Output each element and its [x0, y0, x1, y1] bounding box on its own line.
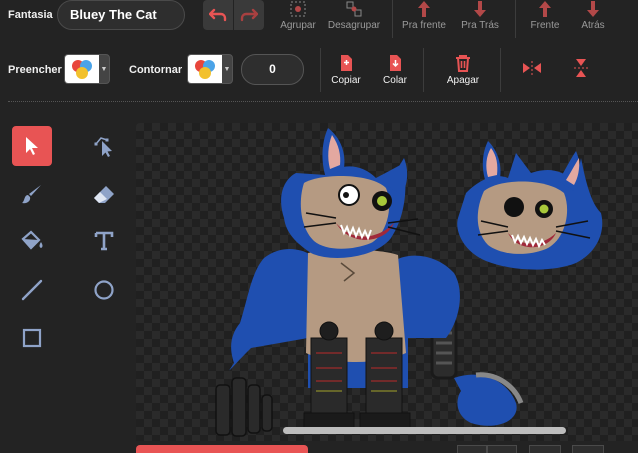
cat-head	[457, 141, 603, 270]
undo-icon	[209, 8, 227, 22]
ungroup-button[interactable]: Desagrupar	[327, 0, 381, 31]
outline-color-picker[interactable]: ▼	[187, 54, 233, 84]
paste-icon	[390, 55, 401, 71]
fill-label: Preencher	[8, 64, 62, 76]
line-icon	[21, 279, 43, 301]
fill-color-picker[interactable]: ▼	[64, 54, 110, 84]
zoom-fit-button[interactable]	[529, 445, 561, 453]
backward-button[interactable]: Pra Trás	[458, 0, 502, 31]
circle-icon	[94, 280, 114, 300]
zoom-reset-button[interactable]	[487, 445, 517, 453]
ungroup-label: Desagrupar	[327, 20, 381, 31]
line-tool[interactable]	[12, 270, 52, 310]
eraser-icon	[94, 186, 114, 203]
reshape-icon	[94, 137, 112, 157]
full-body-cat	[215, 128, 524, 437]
back-button[interactable]: Atrás	[574, 0, 612, 31]
paste-button[interactable]: Colar	[377, 54, 413, 86]
convert-to-bitmap-button[interactable]	[136, 445, 308, 453]
color-circles-icon	[65, 55, 99, 83]
forward-label: Pra frente	[402, 20, 446, 31]
dropdown-caret-icon: ▼	[100, 65, 108, 73]
flip-horizontal-button[interactable]	[522, 60, 542, 81]
arrow-cursor-icon	[26, 137, 38, 155]
group-label: Agrupar	[280, 20, 316, 31]
brush-tool[interactable]	[12, 174, 52, 214]
arrow-bottom-icon	[587, 1, 599, 17]
front-button[interactable]: Frente	[526, 0, 564, 31]
brush-icon	[22, 185, 41, 204]
redo-button[interactable]	[234, 0, 264, 30]
separator	[423, 48, 424, 92]
backward-label: Pra Trás	[461, 20, 499, 31]
rectangle-tool[interactable]	[12, 318, 52, 358]
fill-tool[interactable]	[12, 221, 52, 261]
outline-width-input[interactable]: 0	[241, 54, 304, 85]
delete-label: Apagar	[446, 75, 480, 86]
trash-icon	[456, 55, 470, 72]
rectangle-icon	[22, 328, 42, 348]
front-label: Frente	[530, 20, 560, 31]
color-circles-icon	[188, 55, 222, 83]
paint-bucket-icon	[21, 230, 43, 250]
separator	[500, 48, 501, 92]
select-tool[interactable]	[12, 126, 52, 166]
reshape-tool[interactable]	[84, 126, 124, 166]
ungroup-icon	[346, 1, 362, 17]
costume-name-input[interactable]: Bluey The Cat	[57, 0, 185, 30]
redo-icon	[240, 8, 258, 22]
group-icon	[290, 1, 306, 17]
outline-label: Contornar	[129, 64, 183, 76]
separator	[392, 0, 393, 38]
zoom-in-button[interactable]	[572, 445, 604, 453]
dropdown-caret-icon: ▼	[223, 65, 231, 73]
back-label: Atrás	[581, 20, 605, 31]
group-button[interactable]: Agrupar	[278, 0, 318, 31]
text-icon	[94, 231, 114, 251]
copy-button[interactable]: Copiar	[328, 54, 364, 86]
zoom-out-button[interactable]	[457, 445, 487, 453]
undo-button[interactable]	[203, 0, 233, 30]
circle-tool[interactable]	[84, 270, 124, 310]
costume-label: Fantasia	[8, 9, 53, 21]
copy-icon	[341, 55, 352, 71]
divider	[8, 101, 638, 102]
flip-vertical-button[interactable]	[573, 58, 589, 83]
eraser-tool[interactable]	[84, 174, 124, 214]
drawing-canvas[interactable]	[136, 123, 638, 441]
flip-vertical-icon	[574, 59, 588, 77]
arrow-down-icon	[474, 1, 486, 17]
copy-label: Copiar	[331, 75, 361, 86]
costume-artwork	[215, 128, 603, 437]
paste-label: Colar	[383, 75, 407, 86]
delete-button[interactable]: Apagar	[444, 54, 482, 86]
arrow-up-icon	[418, 1, 430, 17]
forward-button[interactable]: Pra frente	[402, 0, 446, 31]
separator	[515, 0, 516, 38]
text-tool[interactable]	[84, 221, 124, 261]
arrow-top-icon	[539, 1, 551, 17]
separator	[320, 48, 321, 92]
flip-horizontal-icon	[523, 61, 541, 75]
canvas-horizontal-scrollbar[interactable]	[283, 427, 566, 434]
